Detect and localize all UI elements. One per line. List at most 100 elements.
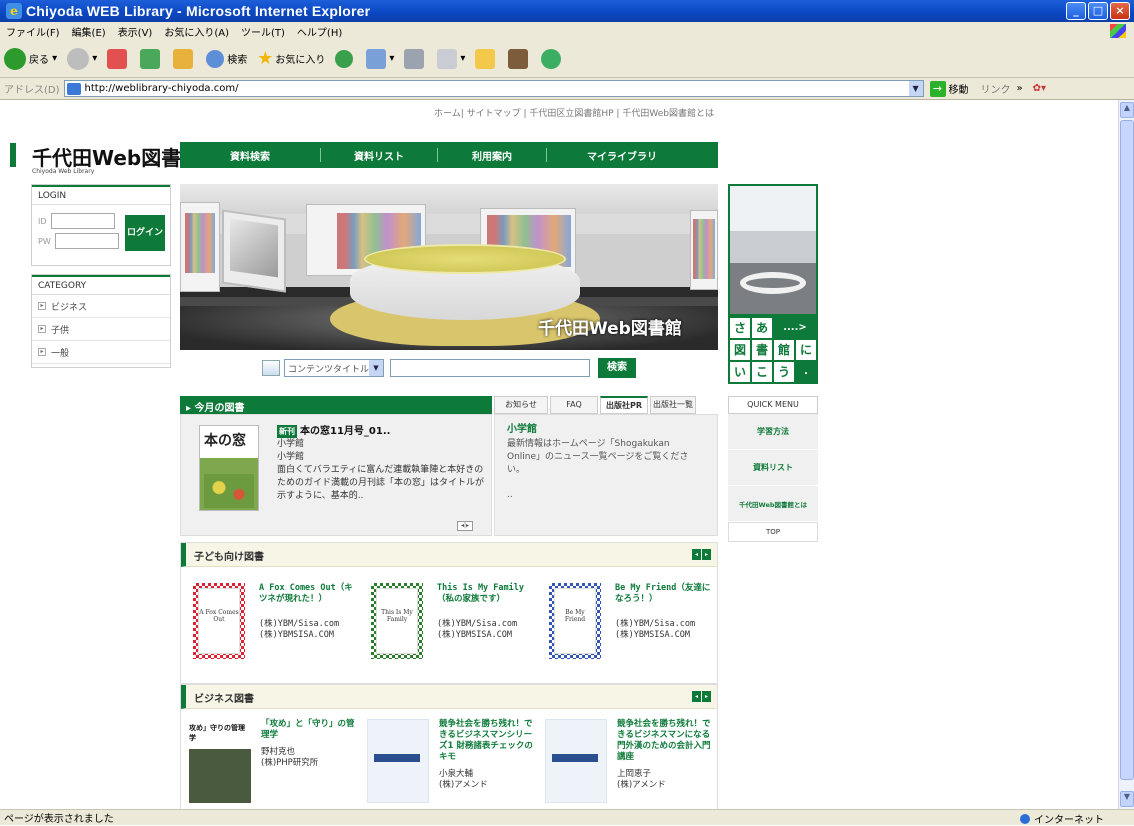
pager-arrows[interactable]: ◂|▸	[457, 521, 473, 531]
logo-accent-bar	[10, 143, 16, 167]
menu-edit[interactable]: 編集(E)	[72, 24, 106, 39]
banner-char: 館	[774, 340, 794, 360]
global-nav: 資料検索 資料リスト 利用案内 マイライブラリ	[180, 142, 718, 168]
banner-char: う	[774, 362, 794, 382]
research-button[interactable]	[508, 48, 531, 69]
category-item-general[interactable]: ▸ 一般	[32, 341, 170, 364]
mail-button[interactable]: ▾	[366, 48, 394, 69]
menu-tools[interactable]: ツール(T)	[241, 24, 285, 39]
book-title: A Fox Comes Out（キツネが現れた！）	[259, 583, 353, 604]
page-icon	[66, 82, 81, 95]
print-button[interactable]	[404, 48, 427, 69]
next-icon[interactable]: ▸	[702, 691, 711, 702]
close-button[interactable]: ×	[1110, 2, 1130, 20]
side-banner[interactable]: さ あ ....> 図 書 館 に い こ う .	[728, 184, 818, 384]
book-cover: This Is My Family	[371, 583, 423, 659]
site-logo[interactable]: 千代田Web図書館	[32, 142, 201, 171]
home-button[interactable]	[173, 48, 196, 69]
prev-icon[interactable]: ◂	[692, 549, 701, 560]
search-bar: コンテンツタイトル ▼ 検索	[262, 358, 636, 378]
vertical-scrollbar[interactable]: ▲ ▼	[1118, 100, 1134, 809]
kids-pager[interactable]: ◂ ▸	[692, 549, 711, 560]
quick-menu-top[interactable]: TOP	[728, 522, 818, 542]
hero-monitor	[222, 209, 286, 293]
book-cover: 攻め」守りの管理学	[189, 719, 251, 803]
book-publisher: (株)PHP研究所	[261, 758, 319, 768]
banner-char: 図	[730, 340, 750, 360]
window-title: Chiyoda WEB Library - Microsoft Internet…	[26, 3, 371, 19]
history-icon	[335, 49, 354, 68]
today-panel: 本の窓 新刊 本の窓11月号_01.. 小学館 小学館 面白くてバラエティに富んだ…	[180, 414, 492, 536]
menu-favorites[interactable]: お気に入り(A)	[164, 24, 229, 39]
nav-guide[interactable]: 利用案内	[438, 148, 546, 163]
quick-menu-list[interactable]: 資料リスト	[728, 450, 818, 486]
search-type-select[interactable]: コンテンツタイトル ▼	[284, 359, 384, 377]
quick-menu-study[interactable]: 学習方法	[728, 414, 818, 450]
quick-menu-about[interactable]: 千代田Web図書館とは	[728, 486, 818, 522]
book-title: 競争社会を勝ち残れ！できるビジネスマンになる 門外漢のための会計入門講座	[617, 719, 711, 762]
side-banner-photo	[730, 186, 816, 314]
news-more: ..	[507, 490, 513, 500]
next-icon[interactable]: ▸	[702, 549, 711, 560]
forward-button[interactable]: ▾	[67, 47, 97, 70]
book-author: 小泉大輔	[439, 769, 474, 779]
today-book-cover[interactable]: 本の窓	[199, 425, 259, 511]
side-banner-grid: さ あ ....> 図 書 館 に い こ う .	[730, 318, 816, 382]
history-button[interactable]	[335, 49, 356, 68]
links-label[interactable]: リンク	[981, 81, 1011, 96]
today-description: 面白くてバラエティに富んだ連載執筆陣と本好きのためのガイド満載の月刊誌「本の窓」…	[277, 465, 485, 501]
book-publisher: (株)アメンド	[439, 780, 488, 790]
discuss-button[interactable]	[475, 48, 498, 69]
menu-view[interactable]: 表示(V)	[118, 24, 153, 39]
business-pager[interactable]: ◂ ▸	[692, 691, 711, 702]
nav-my-library[interactable]: マイライブラリ	[547, 148, 697, 163]
nav-search[interactable]: 資料検索	[180, 148, 320, 163]
today-book-title[interactable]: 新刊 本の窓11月号_01..	[277, 425, 487, 438]
expand-icon: ▸	[38, 348, 46, 356]
tab-news[interactable]: お知らせ	[494, 396, 548, 414]
minimize-button[interactable]: _	[1066, 2, 1086, 20]
go-button[interactable]: → 移動	[929, 80, 969, 97]
pw-input[interactable]	[54, 233, 119, 249]
favorites-button[interactable]: ★ お気に入り	[257, 48, 325, 69]
tab-publisher-list[interactable]: 出版社一覧	[650, 396, 696, 414]
scroll-up-icon[interactable]: ▲	[1120, 102, 1134, 118]
news-title[interactable]: 小学館	[507, 423, 705, 436]
back-button[interactable]: 戻る ▾	[4, 47, 57, 70]
banner-char: に	[796, 340, 816, 360]
book-publisher: (株)YBMSISA.COM	[615, 630, 691, 640]
page-viewport: ホーム| サイトマップ | 千代田区立図書館HP | 千代田Web図書館とは 千…	[0, 100, 1118, 809]
top-links[interactable]: ホーム| サイトマップ | 千代田区立図書館HP | 千代田Web図書館とは	[434, 106, 714, 119]
messenger-button[interactable]	[541, 48, 564, 69]
search-input[interactable]	[390, 359, 590, 377]
links-chevron-icon[interactable]: »	[1017, 83, 1023, 94]
stop-button[interactable]	[107, 48, 130, 69]
book-cover	[367, 719, 429, 803]
category-item-children[interactable]: ▸ 子供	[32, 318, 170, 341]
prev-icon[interactable]: ◂	[692, 691, 701, 702]
scroll-thumb[interactable]	[1120, 120, 1134, 780]
new-badge: 新刊	[277, 425, 297, 438]
id-input[interactable]	[50, 213, 115, 229]
refresh-button[interactable]	[140, 48, 163, 69]
url-text: http://weblibrary-chiyoda.com/	[84, 83, 239, 94]
login-button[interactable]: ログイン	[125, 215, 165, 251]
maximize-button[interactable]: □	[1088, 2, 1108, 20]
menu-help[interactable]: ヘルプ(H)	[297, 24, 342, 39]
search-submit-button[interactable]: 検索	[598, 358, 636, 378]
nav-list[interactable]: 資料リスト	[321, 148, 437, 163]
search-button[interactable]: 検索	[206, 49, 247, 68]
hero-seat-top	[364, 244, 566, 274]
category-item-business[interactable]: ▸ ビジネス	[32, 295, 170, 318]
scroll-down-icon[interactable]: ▼	[1120, 791, 1134, 807]
tab-publisher-pr[interactable]: 出版社PR	[600, 396, 648, 414]
banner-char: こ	[752, 362, 772, 382]
tab-faq[interactable]: FAQ	[550, 396, 598, 414]
addon-icon[interactable]: ✿▾	[1033, 83, 1046, 94]
menu-file[interactable]: ファイル(F)	[6, 24, 60, 39]
address-dropdown-icon[interactable]: ▼	[908, 81, 923, 96]
address-input[interactable]: http://weblibrary-chiyoda.com/ ▼	[63, 80, 924, 97]
banner-char: い	[730, 362, 750, 382]
edit-button[interactable]: ▾	[437, 48, 465, 69]
star-icon: ★	[257, 48, 274, 69]
